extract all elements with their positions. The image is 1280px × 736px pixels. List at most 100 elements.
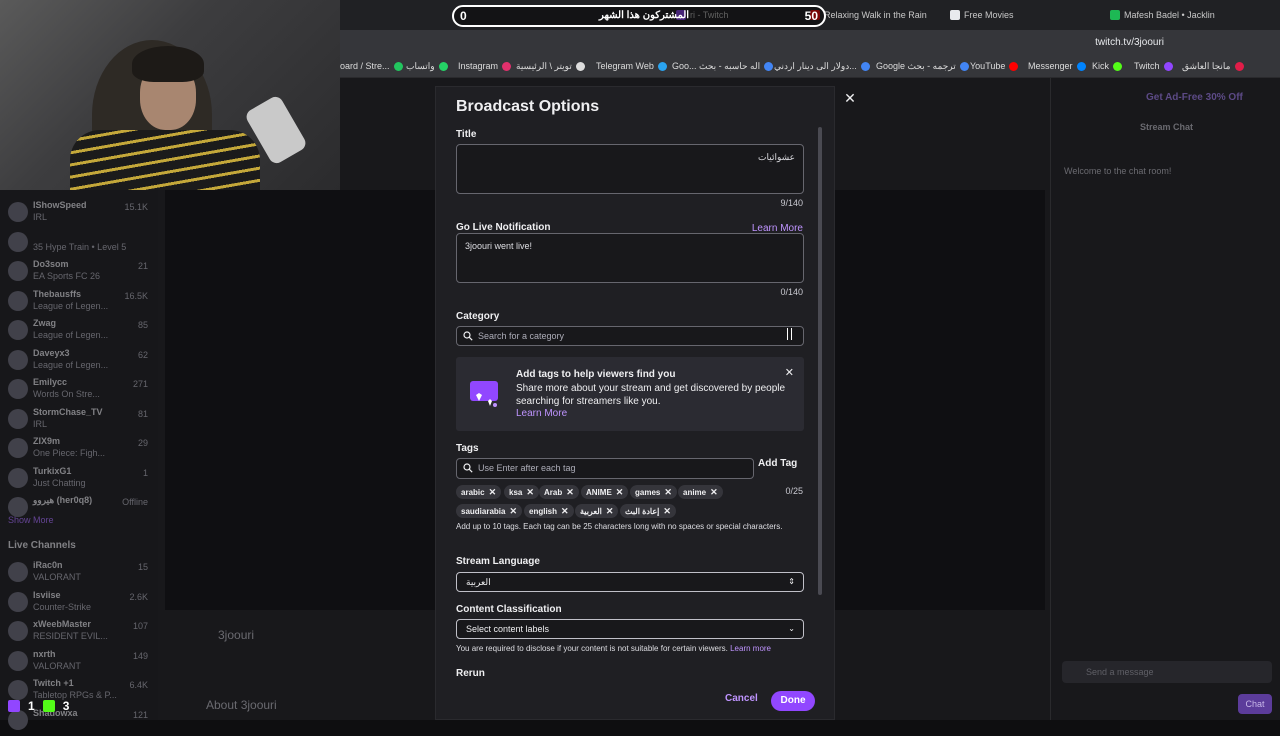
- bookmark-favicon-icon: [438, 62, 448, 71]
- channel-game: IRL: [33, 418, 48, 429]
- bookmark-favicon-icon: [860, 62, 870, 71]
- channel-game: League of Legen...: [33, 359, 109, 370]
- remove-tag-icon[interactable]: ✕: [566, 487, 574, 498]
- live-channel-item[interactable]: Isviise Counter-Strike 2.6K: [8, 588, 148, 618]
- remove-tag-icon[interactable]: ✕: [606, 506, 614, 517]
- live-channel-item[interactable]: nxrth VALORANT 149: [8, 647, 148, 677]
- bookmark-favicon-icon: [575, 62, 585, 71]
- remove-tag-icon[interactable]: ✕: [526, 487, 534, 498]
- followed-channel-item[interactable]: Zwag League of Legen... 85: [8, 316, 148, 346]
- tag-chip[interactable]: العربية ✕: [575, 504, 619, 518]
- followed-channel-item[interactable]: IShowSpeed IRL 15.1K: [8, 198, 148, 228]
- bookmark-item[interactable]: Google ترجمه - بحث: [876, 61, 969, 72]
- avatar: [8, 650, 28, 671]
- channel-game: 35 Hype Train • Level 5: [33, 241, 127, 252]
- promo-title: Add tags to help viewers find you: [516, 369, 676, 380]
- content-classification-select[interactable]: Select content labels ⌄: [456, 619, 804, 639]
- disclosure-learn-more-link[interactable]: Learn more: [730, 644, 771, 653]
- bookmark-label: مانجا العاشق: [1182, 61, 1231, 71]
- followed-channel-item[interactable]: ZIX9m One Piece: Figh... 29: [8, 434, 148, 464]
- url-text[interactable]: twitch.tv/3joouri: [1095, 37, 1164, 48]
- live-channels-heading: Live Channels: [8, 540, 76, 551]
- chat-send-button[interactable]: Chat: [1238, 694, 1272, 714]
- bookmark-item[interactable]: دولار الى دينار اردني...: [774, 61, 870, 72]
- address-bar[interactable]: twitch.tv/3joouri: [340, 30, 1280, 56]
- followed-channel-item[interactable]: Do3som EA Sports FC 26 21: [8, 257, 148, 287]
- avatar: [8, 621, 28, 641]
- tag-chip[interactable]: إعادة البث ✕: [620, 504, 676, 518]
- notification-input[interactable]: 3joouri went live!: [456, 233, 804, 283]
- cancel-button[interactable]: Cancel: [725, 693, 758, 704]
- channel-game: Words On Stre...: [33, 389, 100, 399]
- bookmark-item[interactable]: oard / Stre...: [340, 61, 403, 71]
- channel-game: League of Legen...: [33, 330, 109, 340]
- tag-chip[interactable]: games ✕: [630, 485, 677, 499]
- bookmark-item[interactable]: Twitch: [1134, 61, 1173, 71]
- remove-tag-icon[interactable]: ✕: [616, 487, 624, 498]
- language-select[interactable]: العربية ⇕: [456, 572, 804, 592]
- promo-learn-more-link[interactable]: Learn More: [516, 408, 567, 419]
- channel-game: EA Sports FC 26: [33, 271, 101, 281]
- viewer-count: 271: [132, 379, 148, 389]
- broadcast-options-dialog: Broadcast Options ✕ Title عشوائيات 9/140…: [435, 86, 856, 720]
- dialog-scrollbar[interactable]: [818, 127, 822, 595]
- bookmark-label: دولار الى دينار اردني...: [774, 61, 857, 71]
- bookmark-favicon-icon: [1113, 61, 1123, 71]
- classification-value: Select content labels: [466, 624, 550, 634]
- title-input[interactable]: عشوائيات: [456, 144, 804, 194]
- bookmark-item[interactable]: Kick: [1092, 61, 1123, 71]
- remove-tag-icon[interactable]: ✕: [663, 506, 671, 517]
- browser-tab[interactable]: Free Movies: [950, 4, 1014, 26]
- bookmark-item[interactable]: واتساب: [406, 61, 448, 72]
- followed-channel-item[interactable]: StormChase_TV IRL 81: [8, 405, 148, 435]
- avatar: [8, 379, 28, 399]
- ad-free-banner[interactable]: Get Ad-Free 30% Off: [1146, 92, 1243, 103]
- live-channel-item[interactable]: iRac0n VALORANT 15: [8, 558, 148, 588]
- tag-chip[interactable]: Arab ✕: [539, 485, 579, 499]
- channel-game: RESIDENT EVIL...: [33, 631, 108, 641]
- remove-tag-icon[interactable]: ✕: [509, 506, 517, 517]
- followed-channel-item[interactable]: Daveyx3 League of Legen... 62: [8, 346, 148, 376]
- bookmark-item[interactable]: تويتر \ الرئيسية: [516, 61, 585, 72]
- promo-close-icon[interactable]: ✕: [785, 366, 794, 379]
- category-search-input[interactable]: Search for a category: [456, 326, 804, 346]
- bookmark-favicon-icon: [1009, 61, 1019, 71]
- tag-chip[interactable]: english ✕: [524, 504, 574, 518]
- bookmark-label: Instagram: [458, 61, 499, 71]
- browser-tab[interactable]: Mafesh Badel • Jacklin: [1110, 4, 1215, 26]
- bookmark-item[interactable]: Telegram Web: [596, 61, 667, 71]
- text-cursor-icon: [787, 328, 792, 340]
- channel-name: TurkixG1: [33, 465, 72, 476]
- remove-tag-icon[interactable]: ✕: [489, 487, 497, 498]
- tag-chip[interactable]: anime ✕: [678, 485, 723, 499]
- chat-input[interactable]: Send a message: [1062, 661, 1272, 683]
- followed-channel-item[interactable]: هيروو (her0q8) Offline: [8, 493, 148, 523]
- followed-channel-item[interactable]: Thebausffs League of Legen... 16.5K: [8, 287, 148, 317]
- bookmark-item[interactable]: Goo... اله حاسبه - بحث: [672, 61, 774, 72]
- notification-value: 3joouri went live!: [465, 241, 533, 251]
- tag-chip[interactable]: saudiarabia ✕: [456, 504, 523, 518]
- browser-tab[interactable]: Relaxing Walk in the Rain: [810, 4, 927, 26]
- remove-tag-icon[interactable]: ✕: [710, 487, 718, 498]
- tag-chip[interactable]: ANIME ✕: [581, 485, 629, 499]
- viewer-count: 81: [137, 408, 148, 419]
- add-tag-button[interactable]: Add Tag: [758, 458, 797, 469]
- remove-tag-icon[interactable]: ✕: [664, 487, 672, 498]
- bookmark-item[interactable]: Messenger: [1028, 61, 1086, 71]
- remove-tag-icon[interactable]: ✕: [561, 506, 569, 517]
- tags-input[interactable]: Use Enter after each tag: [456, 458, 754, 479]
- bookmark-favicon-icon: [764, 62, 774, 71]
- bookmark-item[interactable]: مانجا العاشق: [1182, 61, 1244, 72]
- followed-channel-item[interactable]: TurkixG1 Just Chatting 1: [8, 464, 148, 494]
- bookmarks-bar: oard / Stre... واتساب Instagram تويتر \ الر…: [340, 56, 1280, 78]
- live-channel-item[interactable]: xWeebMaster RESIDENT EVIL... 107: [8, 617, 148, 647]
- tag-chip[interactable]: ksa ✕: [504, 485, 539, 499]
- done-button[interactable]: Done: [771, 691, 815, 711]
- close-icon[interactable]: ✕: [842, 90, 858, 106]
- bookmark-item[interactable]: Instagram: [458, 61, 512, 71]
- followed-channel-item[interactable]: 35 Hype Train • Level 5: [8, 228, 148, 258]
- tag-chip[interactable]: arabic ✕: [456, 485, 502, 499]
- followed-channel-item[interactable]: Emilycc Words On Stre... 271: [8, 375, 148, 405]
- bookmark-favicon-icon: [657, 61, 667, 71]
- bookmark-item[interactable]: YouTube: [970, 61, 1019, 71]
